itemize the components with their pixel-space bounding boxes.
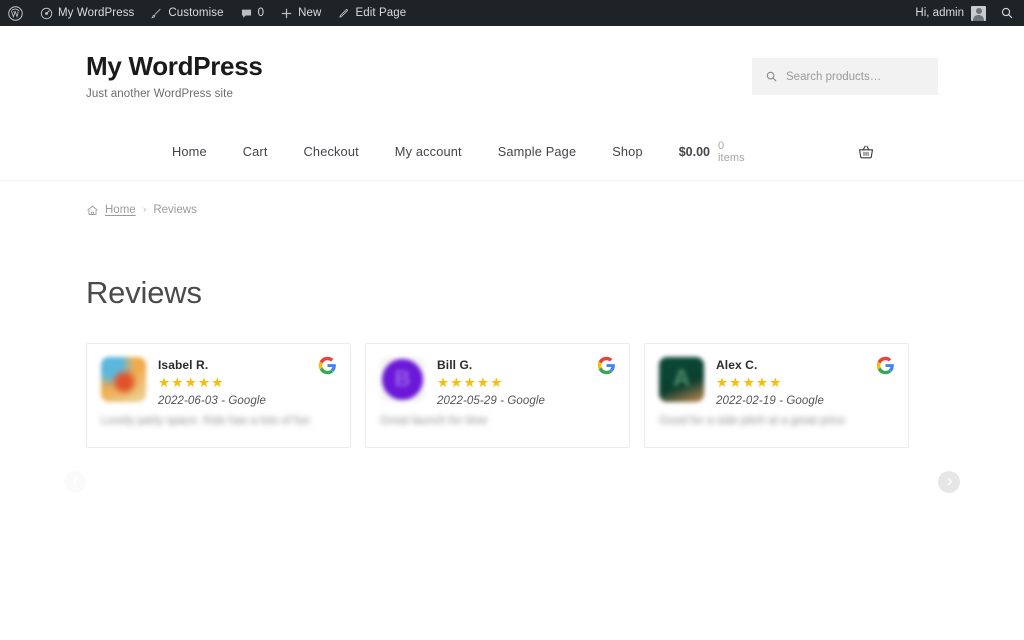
admin-bar-edit-page-label: Edit Page	[355, 7, 407, 19]
reviews-carousel: Isabel R. ★★★★★ 2022-06-03 - Google Love…	[0, 342, 1024, 493]
dashboard-icon	[40, 7, 53, 20]
admin-bar-new-label: New	[298, 7, 322, 19]
search-icon	[765, 70, 778, 83]
star-rating-icon: ★★★★★	[158, 374, 225, 390]
plus-icon	[280, 7, 293, 20]
review-card-header: Bill G. ★★★★★ 2022-05-29 - Google	[380, 356, 615, 408]
header-top-row: My WordPress Just another WordPress site	[86, 52, 938, 100]
review-card[interactable]: Isabel R. ★★★★★ 2022-06-03 - Google Love…	[86, 342, 351, 448]
howdy-label: Hi, admin	[915, 7, 964, 19]
search-icon	[1000, 6, 1014, 20]
site-container: My WordPress Just another WordPress site…	[0, 26, 1024, 493]
breadcrumb-link-home[interactable]: Home	[105, 204, 136, 216]
avatar	[971, 5, 986, 21]
reviewer-avatar	[380, 356, 425, 402]
admin-bar-comments-count: 0	[257, 7, 265, 19]
star-rating-icon: ★★★★★	[437, 374, 504, 390]
cart-button[interactable]	[857, 143, 875, 161]
wp-admin-bar: My WordPress Customise 0 New Edit Page H…	[0, 0, 1024, 26]
carousel-prev-button[interactable]	[64, 470, 86, 493]
review-meta: Alex C. ★★★★★ 2022-02-19 - Google	[716, 357, 824, 408]
reviewer-name: Isabel R.	[158, 357, 209, 372]
nav-item-sample-page[interactable]: Sample Page	[498, 144, 612, 159]
admin-bar-customise-label: Customise	[168, 7, 224, 19]
comment-icon	[240, 7, 253, 20]
nav-item-my-account[interactable]: My account	[395, 144, 498, 159]
pencil-icon	[337, 7, 350, 20]
review-date-source: 2022-06-03 - Google	[158, 395, 267, 408]
nav-link-checkout[interactable]: Checkout	[304, 144, 377, 159]
review-meta: Isabel R. ★★★★★ 2022-06-03 - Google	[158, 357, 266, 408]
admin-bar-comments[interactable]: 0	[232, 0, 273, 26]
admin-bar-right-group: Hi, admin	[907, 0, 1024, 26]
admin-bar-site-name-label: My WordPress	[58, 7, 135, 19]
nav-link-home[interactable]: Home	[172, 144, 225, 159]
breadcrumb: Home › Reviews	[0, 181, 1024, 217]
review-card-header: Alex C. ★★★★★ 2022-02-19 - Google	[659, 356, 894, 408]
reviewer-name: Bill G.	[437, 357, 473, 372]
primary-navigation: Home Cart Checkout My account Sample Pag…	[86, 124, 938, 180]
admin-bar-site-name[interactable]: My WordPress	[32, 0, 142, 26]
nav-item-home[interactable]: Home	[172, 144, 243, 159]
nav-item-shop[interactable]: Shop	[612, 144, 679, 159]
breadcrumb-separator: ›	[142, 204, 147, 217]
reviewer-avatar	[659, 356, 704, 402]
review-meta: Bill G. ★★★★★ 2022-05-29 - Google	[437, 357, 545, 408]
review-card[interactable]: Bill G. ★★★★★ 2022-05-29 - Google Great …	[365, 342, 630, 448]
nav-menu-list: Home Cart Checkout My account Sample Pag…	[172, 144, 679, 159]
google-logo-icon	[318, 356, 337, 375]
review-body-text: Great launch for time	[380, 415, 488, 428]
nav-item-checkout[interactable]: Checkout	[304, 144, 395, 159]
cart-total: $0.00	[678, 144, 710, 159]
wordpress-logo-button[interactable]	[0, 0, 32, 26]
site-tagline: Just another WordPress site	[86, 87, 233, 100]
review-card[interactable]: Alex C. ★★★★★ 2022-02-19 - Google Good f…	[644, 342, 909, 448]
breadcrumb-current: Reviews	[153, 204, 197, 217]
google-logo-icon	[597, 356, 616, 375]
admin-bar-my-account[interactable]: Hi, admin	[907, 5, 994, 21]
nav-link-my-account[interactable]: My account	[395, 144, 480, 159]
admin-bar-search-button[interactable]	[994, 6, 1024, 20]
google-logo-icon	[876, 356, 895, 375]
admin-bar-new[interactable]: New	[272, 0, 329, 26]
site-header: My WordPress Just another WordPress site…	[0, 26, 1024, 180]
shopping-basket-icon	[857, 143, 875, 161]
search-input[interactable]	[786, 70, 926, 83]
paintbrush-icon	[150, 7, 163, 20]
admin-bar-customise[interactable]: Customise	[142, 0, 231, 26]
star-rating-icon: ★★★★★	[716, 374, 783, 390]
admin-bar-left-group: My WordPress Customise 0 New Edit Page	[0, 0, 414, 26]
nav-link-shop[interactable]: Shop	[612, 144, 661, 159]
admin-bar-edit-page[interactable]: Edit Page	[329, 0, 414, 26]
chevron-left-icon	[71, 477, 80, 486]
carousel-next-button[interactable]	[938, 470, 960, 493]
nav-link-cart[interactable]: Cart	[243, 144, 286, 159]
page-title: Reviews	[86, 274, 202, 310]
reviewer-avatar	[101, 356, 146, 402]
site-title[interactable]: My WordPress	[86, 52, 263, 81]
site-branding: My WordPress Just another WordPress site	[86, 52, 263, 100]
home-icon	[86, 204, 99, 217]
review-card-header: Isabel R. ★★★★★ 2022-06-03 - Google	[101, 356, 336, 408]
nav-item-cart[interactable]: Cart	[243, 144, 304, 159]
wordpress-logo-icon	[8, 5, 23, 21]
reviewer-name: Alex C.	[716, 357, 758, 372]
cart-item-count: 0 items	[718, 139, 745, 164]
review-body-text: Lovely party space. Kids has a lots of f…	[101, 415, 311, 428]
review-date-source: 2022-05-29 - Google	[437, 395, 546, 408]
review-date-source: 2022-02-19 - Google	[716, 395, 825, 408]
review-body-text: Good for a side pitch at a great price	[659, 415, 846, 428]
nav-link-sample-page[interactable]: Sample Page	[498, 144, 594, 159]
reviews-card-list: Isabel R. ★★★★★ 2022-06-03 - Google Love…	[86, 342, 938, 448]
chevron-right-icon	[945, 477, 954, 486]
cart-summary[interactable]: $0.00 0 items	[679, 140, 875, 164]
product-search-form[interactable]	[752, 58, 938, 95]
